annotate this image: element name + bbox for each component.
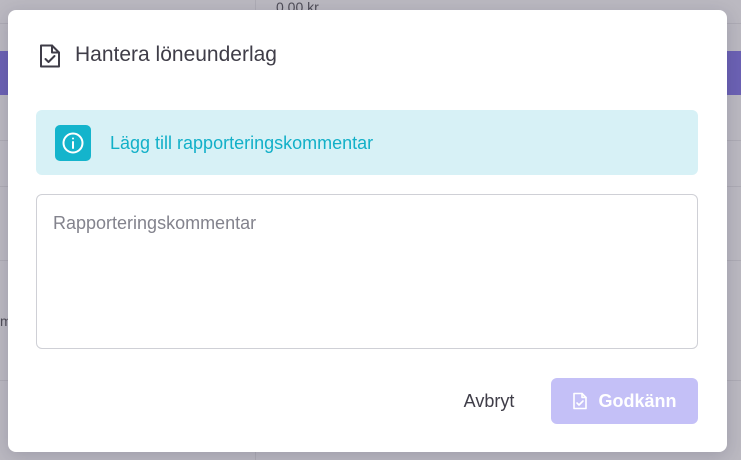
- dialog-header: Hantera löneunderlag: [8, 10, 727, 98]
- approve-button-label: Godkänn: [598, 390, 677, 411]
- info-circle-icon: [55, 125, 91, 161]
- cancel-button[interactable]: Avbryt: [447, 378, 531, 424]
- dialog-title: Hantera löneunderlag: [75, 43, 277, 66]
- file-check-icon: [38, 43, 62, 69]
- info-banner: Lägg till rapporteringskommentar: [36, 110, 698, 175]
- info-banner-text: Lägg till rapporteringskommentar: [110, 133, 374, 153]
- file-check-icon: [572, 392, 588, 410]
- manage-payroll-dialog: Hantera löneunderlag Lägg till rapporter…: [8, 10, 727, 452]
- approve-button[interactable]: Godkänn: [551, 378, 698, 424]
- reporting-comment-field[interactable]: [36, 194, 698, 349]
